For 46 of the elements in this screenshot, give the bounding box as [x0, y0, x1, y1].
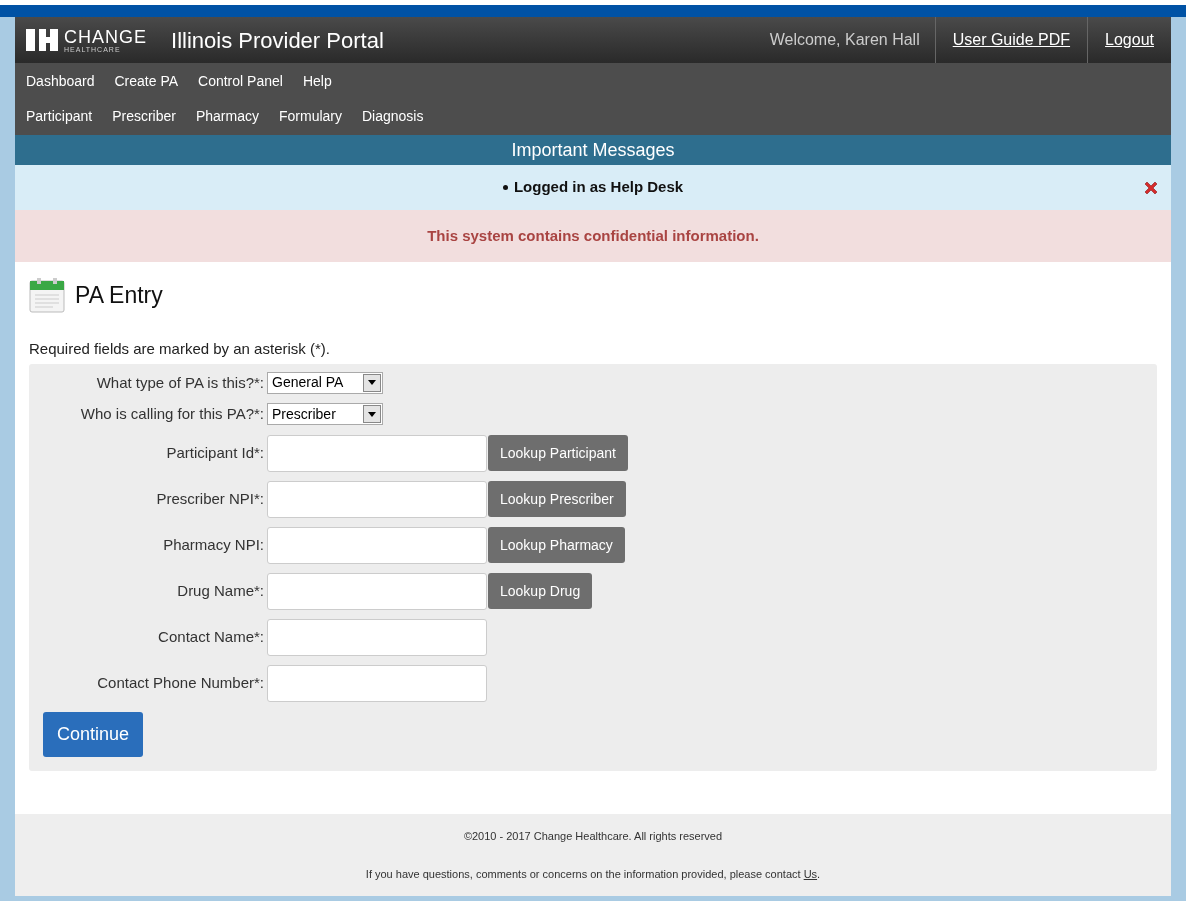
text-field[interactable] [267, 664, 487, 702]
field-label: Pharmacy NPI: [163, 534, 264, 555]
nav-link[interactable]: Prescriber [112, 106, 176, 127]
required-note: Required fields are marked by an asterisk (*). [29, 339, 331, 359]
bullet-icon [502, 185, 508, 190]
alert-text: This system contains confidential information. [427, 225, 759, 246]
caret-icon [363, 405, 381, 424]
copyright-text: ©2010 - 2017 Change Healthcare. All rights reserved [463, 828, 723, 844]
text-field[interactable] [267, 572, 487, 610]
field-label: Contact Name*: [158, 626, 264, 647]
field-label: Prescriber NPI*: [156, 488, 264, 509]
dropdown[interactable]: Prescriber [267, 403, 383, 426]
logo-name: CHANGE [64, 27, 147, 46]
caret-icon [363, 373, 381, 392]
welcome-text: Welcome, Karen Hall [768, 30, 921, 50]
lookup-button[interactable]: Lookup Participant [488, 435, 628, 471]
contact-text: If you have questions, comments or concerns on the information provided, please contact Us. [365, 867, 821, 882]
calendar-icon [29, 276, 67, 314]
lookup-button[interactable]: Lookup Drug [488, 573, 593, 609]
dropdown[interactable]: General PA [267, 371, 383, 394]
message-text: Logged in as Help Desk [513, 177, 684, 198]
field-label: Who is calling for this PA?*: [80, 404, 264, 424]
page-title: PA Entry [75, 280, 163, 310]
nav-link[interactable]: Formulary [279, 106, 342, 127]
text-field[interactable] [267, 526, 487, 564]
continue-button[interactable]: Continue [43, 711, 144, 757]
nav-link[interactable]: Diagnosis [362, 106, 424, 127]
logo-icon [26, 29, 58, 51]
nav-link[interactable]: Participant [26, 106, 93, 127]
lookup-button[interactable]: Lookup Prescriber [488, 481, 626, 517]
field-label: Participant Id*: [166, 442, 264, 463]
portal-title: Illinois Provider Portal [171, 26, 384, 55]
messages-header: Important Messages [15, 135, 1171, 165]
close-icon[interactable] [1143, 180, 1159, 196]
text-field[interactable] [267, 618, 487, 656]
nav-link[interactable]: Dashboard [26, 71, 95, 92]
text-field[interactable] [267, 480, 487, 518]
nav-link[interactable]: Help [302, 71, 332, 92]
field-label: Contact Phone Number*: [97, 672, 264, 693]
field-label: What type of PA is this?*: [96, 372, 264, 393]
lookup-button[interactable]: Lookup Pharmacy [488, 527, 625, 563]
field-label: Drug Name*: [177, 580, 264, 601]
nav-link[interactable]: Control Panel [198, 71, 283, 92]
nav-link[interactable]: Pharmacy [195, 106, 259, 127]
text-field[interactable] [267, 434, 487, 472]
nav-link[interactable]: Create PA [114, 71, 179, 92]
